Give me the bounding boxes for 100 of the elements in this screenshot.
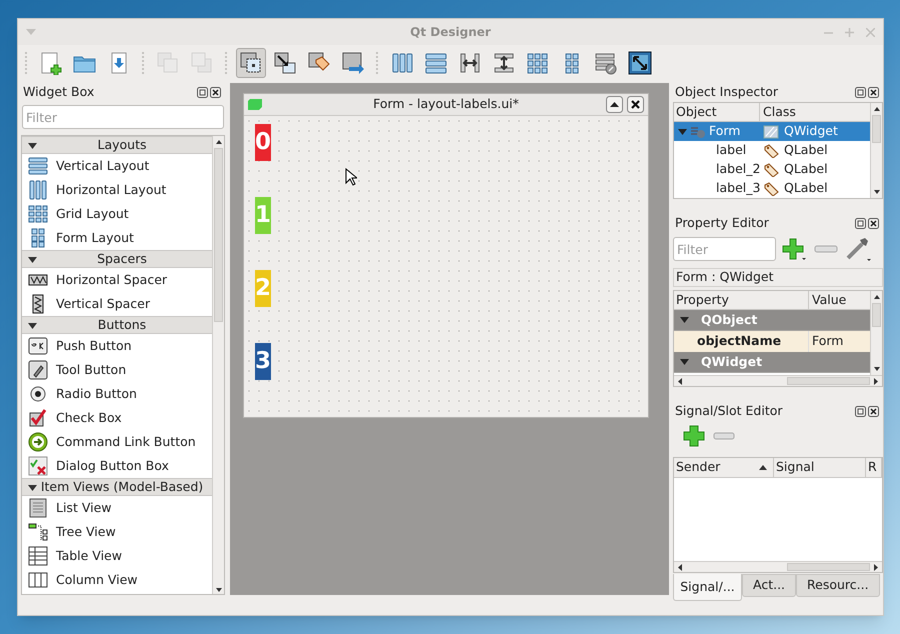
- filter-field[interactable]: Filter: [22, 105, 224, 129]
- add-icon[interactable]: [782, 237, 808, 261]
- widget-item[interactable]: Horizontal Layout: [56, 180, 166, 200]
- scroll-thumb[interactable]: [787, 377, 870, 385]
- tag-icon: [763, 144, 779, 158]
- widget-item[interactable]: Vertical Spacer: [56, 294, 150, 314]
- widget-item[interactable]: Column View: [56, 570, 138, 590]
- widget-select-icon: [239, 51, 263, 75]
- widget-item[interactable]: Radio Button: [56, 384, 137, 404]
- form-title: Form - layout-labels.ui*: [373, 95, 519, 114]
- form-icon: [690, 124, 706, 138]
- toolbar-button[interactable]: [236, 48, 266, 78]
- scroll-thumb[interactable]: [872, 303, 881, 327]
- scroll-thumb[interactable]: [214, 148, 223, 322]
- widget-item[interactable]: List View: [56, 498, 112, 518]
- tab[interactable]: Signal/...: [673, 574, 742, 601]
- scroll-thumb[interactable]: [872, 115, 881, 144]
- widget-icon: [28, 432, 48, 452]
- close-icon[interactable]: [210, 86, 221, 98]
- widget-item[interactable]: Form Layout: [56, 228, 134, 248]
- float-icon[interactable]: [197, 86, 208, 98]
- window-title: Qt Designer: [410, 24, 491, 41]
- panel-title: Object Inspector: [674, 82, 778, 101]
- column-header[interactable]: Property: [674, 291, 809, 309]
- column-header[interactable]: Sender: [674, 458, 774, 477]
- scrollbar[interactable]: [674, 375, 882, 386]
- collapse-icon[interactable]: [606, 96, 623, 113]
- widget-item[interactable]: Dialog Button Box: [56, 456, 169, 476]
- collapse-arrow-icon[interactable]: [678, 128, 687, 134]
- tag-icon: [763, 162, 779, 176]
- group-name: QObject: [701, 310, 758, 329]
- number-label: 3: [255, 343, 271, 380]
- tree-row[interactable]: label QLabel: [674, 141, 870, 160]
- section-header[interactable]: Layouts: [22, 136, 212, 154]
- float-icon[interactable]: [855, 218, 866, 228]
- float-icon[interactable]: [855, 86, 866, 98]
- widget-arrow-icon: [273, 51, 297, 75]
- object-name: label_3: [716, 179, 760, 198]
- widget-item[interactable]: Table View: [56, 546, 122, 566]
- scrollbar[interactable]: [674, 561, 882, 572]
- column-header[interactable]: Value: [809, 291, 870, 309]
- property-value[interactable]: Form: [809, 331, 870, 352]
- add-icon[interactable]: [683, 425, 705, 447]
- scrollbar[interactable]: [870, 291, 882, 375]
- rows-icon: [424, 51, 448, 75]
- float-icon[interactable]: [855, 406, 866, 416]
- pointer-icon: [345, 168, 357, 186]
- tree-row[interactable]: label_2 QLabel: [674, 160, 870, 179]
- horizontal-split-icon: [458, 51, 482, 75]
- filter-field[interactable]: Filter: [673, 237, 776, 261]
- widget-item[interactable]: Tool Button: [56, 360, 126, 380]
- panel-title: Signal/Slot Editor: [674, 402, 783, 420]
- section-header[interactable]: Buttons: [22, 316, 212, 334]
- number-label: 1: [255, 197, 271, 234]
- tab[interactable]: Act...: [742, 574, 796, 597]
- object-name: label_2: [716, 160, 760, 178]
- scrollbar[interactable]: [870, 103, 882, 198]
- class-name: QLabel: [784, 160, 828, 178]
- column-header[interactable]: Object: [674, 103, 760, 121]
- widget-item[interactable]: Tree View: [56, 522, 116, 542]
- widget-item[interactable]: Vertical Layout: [56, 156, 150, 176]
- section-header[interactable]: Item Views (Model-Based): [22, 478, 212, 496]
- scrollbar[interactable]: [212, 136, 224, 594]
- widget-item[interactable]: Check Box: [56, 408, 122, 428]
- scroll-thumb[interactable]: [787, 563, 870, 571]
- widget-icon: [28, 360, 48, 380]
- widget-icon: [28, 180, 48, 200]
- tree-row[interactable]: label_3 QLabel: [674, 179, 870, 198]
- tab-order-icon: [341, 51, 365, 75]
- widget-icon: [28, 204, 48, 224]
- tab[interactable]: Resourc...: [796, 574, 880, 597]
- class-name: QLabel: [784, 179, 828, 198]
- columns-icon: [390, 51, 414, 75]
- column-header[interactable]: Signal: [774, 458, 866, 477]
- grid-icon: [526, 51, 550, 75]
- widget-item[interactable]: Horizontal Spacer: [56, 270, 168, 290]
- collapse-arrow-icon: [680, 359, 689, 365]
- widget-item[interactable]: Command Link Button: [56, 432, 196, 452]
- close-icon[interactable]: [868, 86, 879, 98]
- widget-icon: [763, 124, 779, 138]
- widget-icon: [28, 384, 48, 404]
- widget-icon: [28, 570, 48, 590]
- collapse-arrow-icon: [28, 257, 37, 263]
- widget-item[interactable]: Grid Layout: [56, 204, 129, 224]
- wrench-icon[interactable]: [844, 236, 872, 262]
- tree-row[interactable]: Form QWidget: [674, 122, 870, 141]
- widget-icon: [28, 456, 48, 476]
- widget-icon: [28, 522, 48, 542]
- section-header[interactable]: Spacers: [22, 250, 212, 268]
- column-header[interactable]: Class: [760, 103, 870, 121]
- class-name: QLabel: [784, 141, 828, 160]
- widget-icon: [28, 156, 48, 176]
- widget-item[interactable]: Push Button: [56, 336, 132, 356]
- tag-icon: [763, 182, 779, 196]
- close-icon[interactable]: [868, 218, 879, 228]
- close-icon[interactable]: [627, 96, 644, 113]
- column-header[interactable]: R: [866, 458, 882, 477]
- new-file-icon: [39, 51, 63, 75]
- close-icon[interactable]: [868, 406, 879, 416]
- class-name: QWidget: [784, 122, 838, 140]
